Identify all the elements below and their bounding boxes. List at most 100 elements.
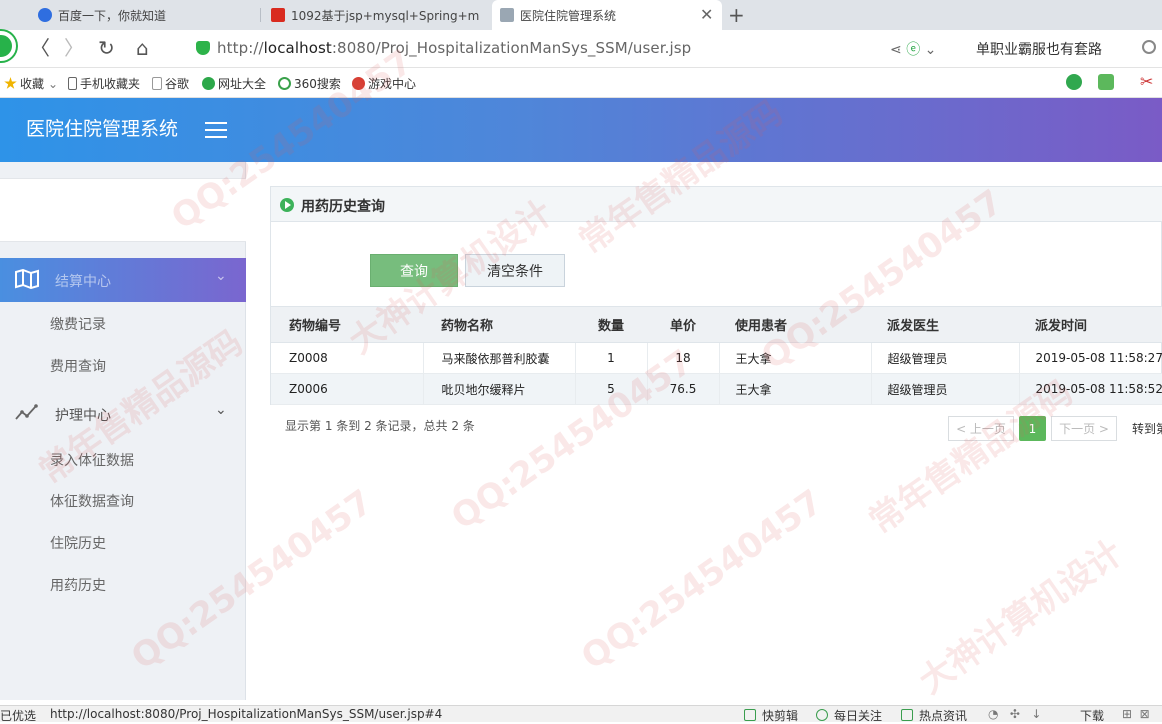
- status-quick-clip[interactable]: 快剪辑: [744, 707, 798, 724]
- map-icon: [15, 269, 39, 289]
- play-circle-icon: [280, 198, 294, 212]
- news-icon: [901, 709, 913, 721]
- cell-patient: 王大拿: [719, 373, 872, 405]
- bookmark-games[interactable]: 游戏中心: [352, 75, 416, 92]
- prev-page-button[interactable]: < 上一页: [948, 416, 1014, 441]
- menu-group-settlement[interactable]: 结算中心 ⌄: [0, 258, 246, 302]
- sidebar-user-area: [0, 178, 246, 242]
- star-icon: [4, 77, 17, 89]
- browser-logo-icon[interactable]: [0, 31, 16, 61]
- project-favicon-icon: [271, 8, 285, 22]
- cell-dispense-time: 2019-05-08 11:58:27: [1019, 342, 1162, 374]
- watermark-text: 大神计算机设计: [912, 532, 1130, 703]
- cell-patient: 王大拿: [719, 342, 872, 374]
- clear-conditions-button[interactable]: 清空条件: [465, 254, 565, 287]
- bookmark-favorites[interactable]: 收藏 ⌄: [4, 75, 58, 92]
- tab-close-icon[interactable]: ✕: [700, 5, 713, 24]
- bookmark-360[interactable]: 360搜索: [278, 75, 341, 92]
- status-daily-follow[interactable]: 每日关注: [816, 707, 882, 724]
- search-360-icon: [278, 77, 291, 90]
- new-tab-icon[interactable]: +: [728, 3, 745, 27]
- translate-icon[interactable]: [1098, 74, 1114, 90]
- security-shield-icon: [196, 41, 210, 55]
- status-download[interactable]: 下载: [1080, 707, 1104, 724]
- status-url: http://localhost:8080/Proj_Hospitalizati…: [50, 707, 443, 721]
- site-icon: [202, 77, 215, 90]
- menu-group-label: 结算中心: [55, 274, 111, 290]
- home-icon[interactable]: ⌂: [136, 37, 149, 59]
- sidebar-item-enter-vitals[interactable]: 录入体征数据: [50, 450, 134, 470]
- tab-baidu[interactable]: 百度一下，你就知道: [30, 0, 255, 30]
- table-row[interactable]: Z0006 吡贝地尔缓释片 5 76.5 王大拿 超级管理员 2019-05-0…: [271, 373, 1162, 405]
- tab-divider: [260, 8, 261, 22]
- medication-table: 药物编号 药物名称 数量 单价 使用患者 派发医生 派发时间 Z0008 马来酸…: [271, 306, 1162, 405]
- sidebar-item-payment-records[interactable]: 缴费记录: [50, 314, 106, 334]
- bookmark-mobile[interactable]: 手机收藏夹: [68, 75, 140, 92]
- status-misc-icons[interactable]: ◔ ✣ ↓: [988, 707, 1041, 721]
- bookmark-google[interactable]: 谷歌: [152, 75, 189, 92]
- sidebar: 结算中心 ⌄ 缴费记录 费用查询 护理中心 ⌄ 录入体征数据 体征数据查询 住院…: [0, 162, 246, 700]
- tools-icon[interactable]: ✂: [1140, 72, 1153, 91]
- tab-project[interactable]: 1092基于jsp+mysql+Spring+m: [263, 0, 488, 30]
- clip-icon: [744, 709, 756, 721]
- page-favicon-icon: [500, 8, 514, 22]
- chevron-down-icon: ⌄: [215, 402, 227, 418]
- sidebar-item-hospital-history[interactable]: 住院历史: [50, 533, 106, 553]
- cell-drug-name: 马来酸依那普利胶囊: [423, 342, 576, 374]
- tab-label: 1092基于jsp+mysql+Spring+m: [291, 8, 480, 23]
- column-header[interactable]: 派发医生: [871, 306, 1019, 343]
- menu-group-label: 护理中心: [55, 408, 111, 424]
- cell-drug-id: Z0006: [271, 373, 424, 405]
- hamburger-menu-icon[interactable]: [205, 122, 227, 138]
- address-bar: 〈 〉 ↻ ⌂ http://localhost:8080/Proj_Hospi…: [0, 30, 1162, 68]
- browser-status-bar: 已优选 http://localhost:8080/Proj_Hospitali…: [0, 705, 1162, 724]
- table-row[interactable]: Z0008 马来酸依那普利胶囊 1 18 王大拿 超级管理员 2019-05-0…: [271, 342, 1162, 374]
- status-hot-news[interactable]: 热点资讯: [901, 707, 967, 724]
- column-header[interactable]: 派发时间: [1019, 306, 1162, 343]
- table-header-row: 药物编号 药物名称 数量 单价 使用患者 派发医生 派发时间: [271, 306, 1162, 343]
- status-left-text: 已优选: [0, 709, 37, 723]
- search-icon[interactable]: [1142, 40, 1156, 54]
- column-header[interactable]: 药物名称: [423, 306, 575, 343]
- hot-search-text[interactable]: 单职业霸服也有套路: [976, 39, 1102, 59]
- app-title: 医院住院管理系统: [26, 118, 179, 140]
- menu-group-nursing[interactable]: 护理中心 ⌄: [0, 392, 246, 436]
- status-window-icons[interactable]: ⊞ ⊠: [1122, 707, 1150, 721]
- column-header[interactable]: 单价: [647, 306, 719, 343]
- current-page-button[interactable]: 1: [1019, 416, 1046, 441]
- tab-hospital[interactable]: 医院住院管理系统: [492, 0, 722, 30]
- query-button[interactable]: 查询: [370, 254, 458, 287]
- medication-history-panel: 用药历史查询 查询 清空条件 药物编号 药物名称 数量 单价 使用患者 派发医生…: [270, 186, 1162, 405]
- bookmarks-bar: 收藏 ⌄ 手机收藏夹 谷歌 网址大全 360搜索 游戏中心 ✂: [0, 68, 1162, 98]
- cell-doctor: 超级管理员: [871, 342, 1020, 374]
- tab-label: 医院住院管理系统: [520, 8, 617, 23]
- watermark-text: QQ:254540457: [574, 482, 831, 678]
- chevron-down-icon: ⌄: [215, 268, 227, 284]
- cell-quantity: 5: [575, 373, 648, 405]
- game-icon: [352, 77, 365, 90]
- follow-icon: [816, 709, 828, 721]
- page-icon: [152, 77, 162, 90]
- cell-drug-id: Z0008: [271, 342, 424, 374]
- column-header[interactable]: 药物编号: [271, 306, 423, 343]
- cell-drug-name: 吡贝地尔缓释片: [423, 373, 576, 405]
- back-arrow-icon[interactable]: 〈: [30, 37, 50, 59]
- browser-tab-bar: 百度一下，你就知道 1092基于jsp+mysql+Spring+m 医院住院管…: [0, 0, 1162, 30]
- refresh-icon[interactable]: ↻: [98, 37, 115, 59]
- column-header[interactable]: 使用患者: [719, 306, 871, 343]
- cell-doctor: 超级管理员: [871, 373, 1020, 405]
- sidebar-item-medication-history[interactable]: 用药历史: [50, 575, 106, 595]
- sidebar-item-vitals-query[interactable]: 体征数据查询: [50, 491, 134, 511]
- sidebar-item-fee-query[interactable]: 费用查询: [50, 356, 106, 376]
- app-header: 医院住院管理系统: [0, 98, 1162, 162]
- forward-arrow-icon[interactable]: 〉: [64, 37, 84, 59]
- column-header[interactable]: 数量: [575, 306, 647, 343]
- next-page-button[interactable]: 下一页 >: [1051, 416, 1117, 441]
- tab-label: 百度一下，你就知道: [58, 8, 167, 23]
- cell-unit-price: 18: [647, 342, 720, 374]
- url-field[interactable]: http://localhost:8080/Proj_Hospitalizati…: [217, 39, 691, 57]
- panel-title: 用药历史查询: [301, 199, 385, 215]
- bookmark-sites[interactable]: 网址大全: [202, 75, 266, 92]
- extension-icon[interactable]: [1066, 74, 1082, 90]
- share-and-engine-icons[interactable]: ⋖ ⓔ ⌄: [890, 39, 936, 59]
